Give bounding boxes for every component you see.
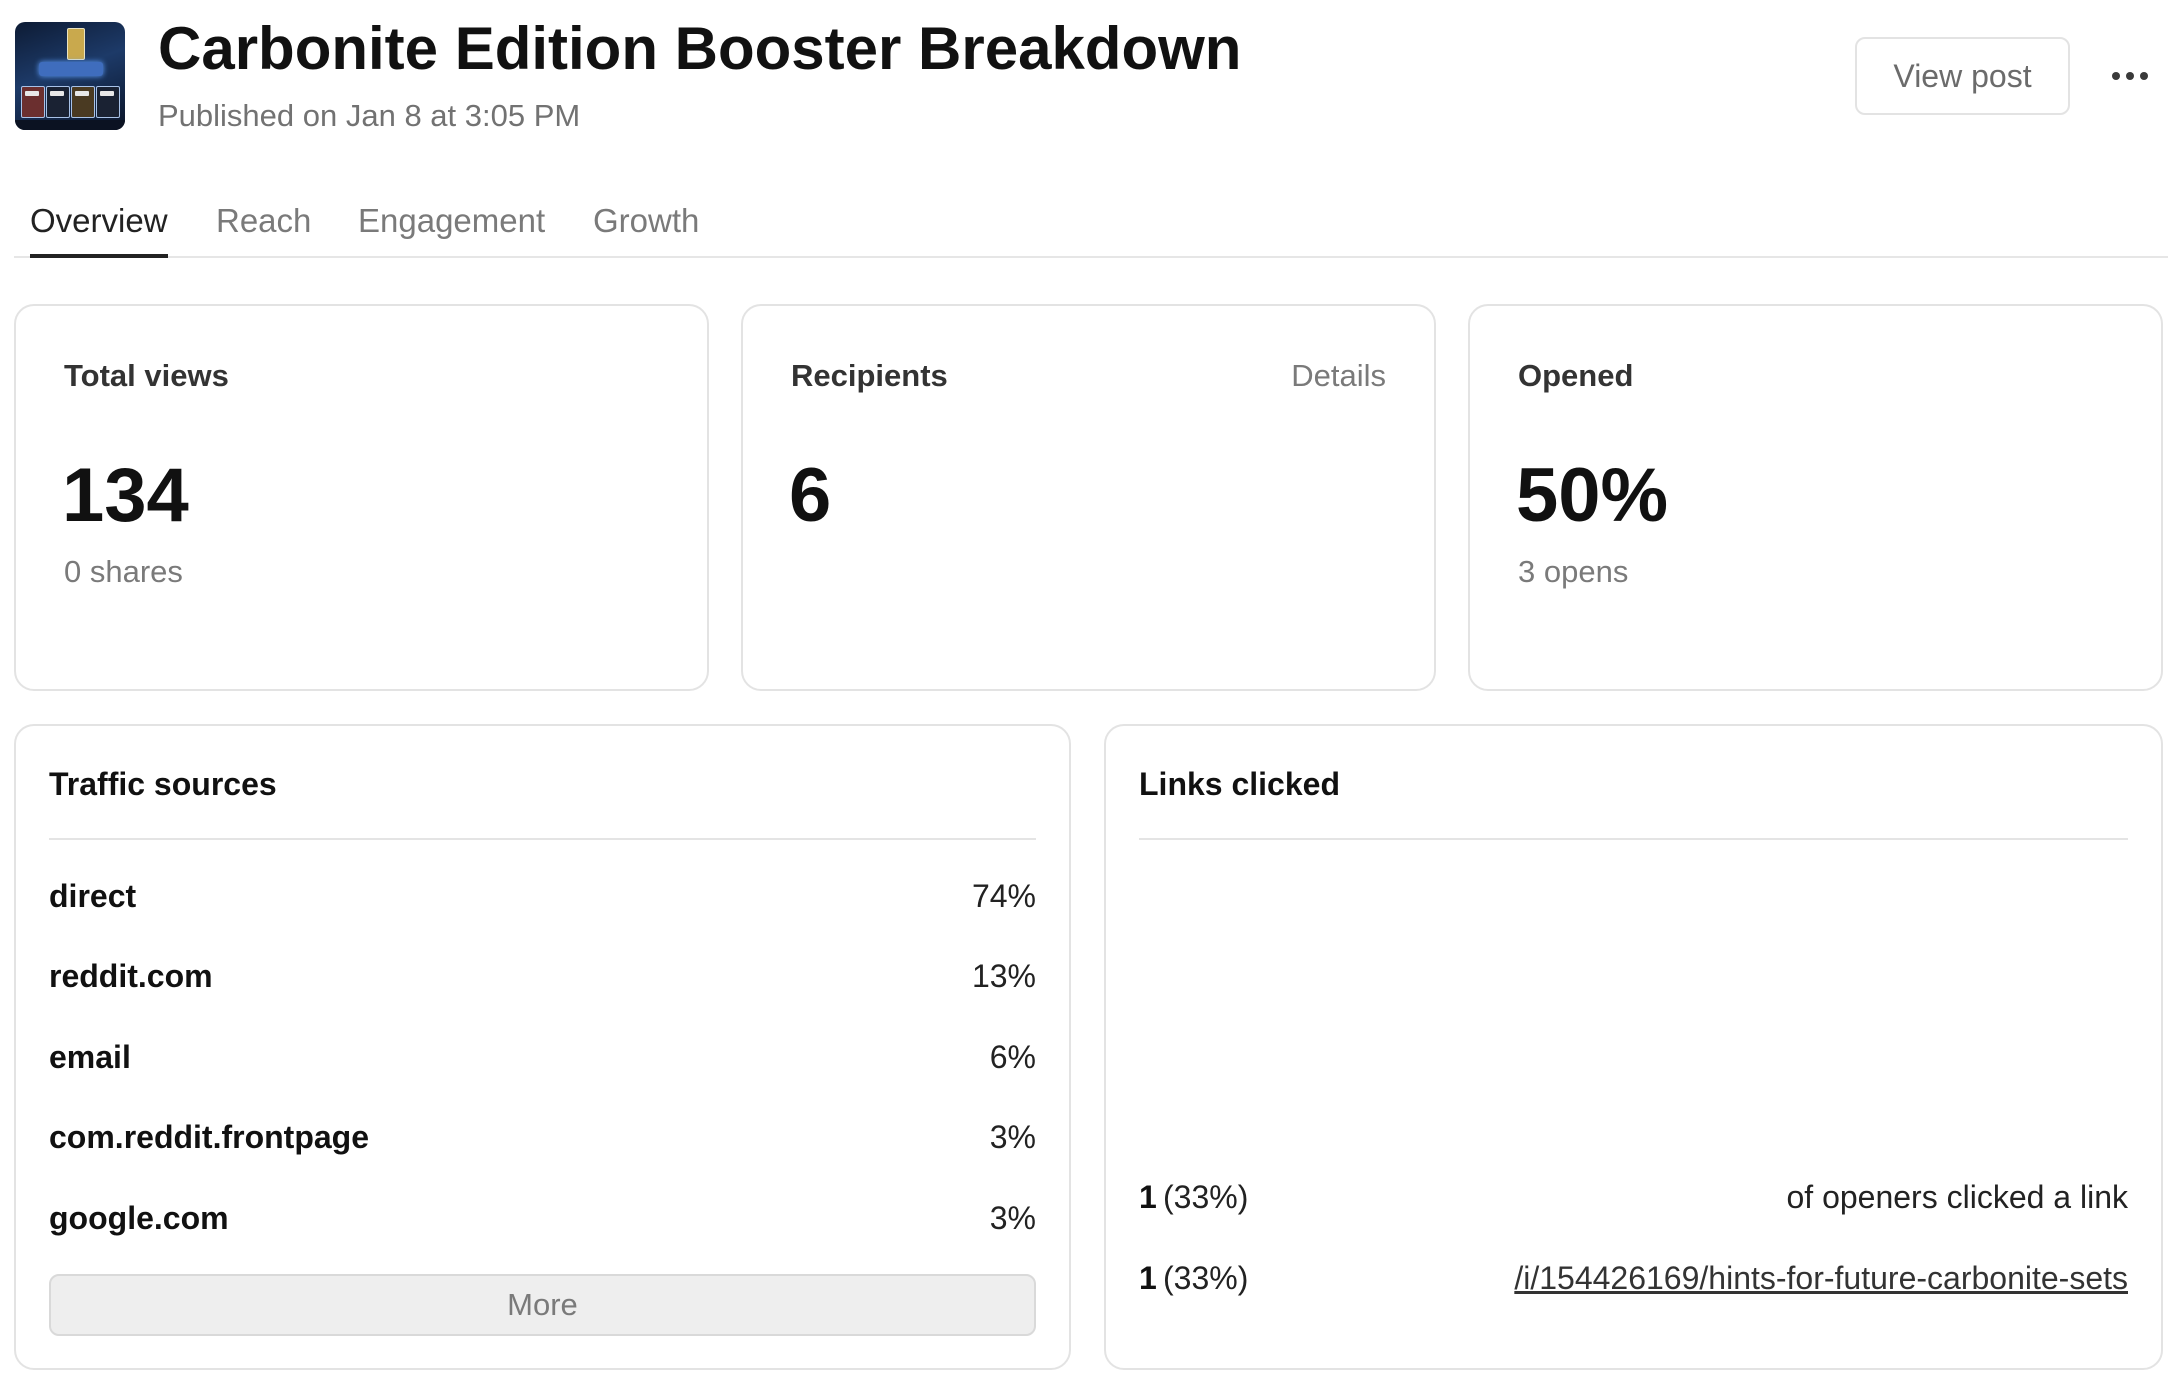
divider	[49, 838, 1036, 840]
more-button[interactable]: More	[49, 1274, 1036, 1336]
source-name: email	[49, 1039, 131, 1075]
thumbnail-strip	[15, 120, 125, 130]
post-thumbnail-image	[15, 22, 125, 130]
opens-count: 3 opens	[1518, 554, 1629, 589]
links-clicked-panel: Links clicked 1 (33%) of openers clicked…	[1104, 724, 2163, 1370]
view-post-button[interactable]: View post	[1855, 37, 2070, 115]
source-name: direct	[49, 878, 137, 914]
panel-title: Traffic sources	[49, 766, 277, 802]
tab-overview[interactable]: Overview	[30, 202, 168, 258]
traffic-source-row: com.reddit.frontpage 3%	[49, 1119, 1036, 1169]
traffic-source-row: google.com 3%	[49, 1200, 1036, 1250]
published-date: Published on Jan 8 at 3:05 PM	[158, 98, 581, 133]
recipients-value: 6	[789, 453, 832, 538]
dot	[2112, 72, 2120, 80]
stat-label: Total views	[64, 358, 229, 393]
click-percent: (33%)	[1163, 1260, 1249, 1296]
thumbnail-hub	[39, 62, 103, 76]
source-percent: 74%	[971, 878, 1036, 914]
source-percent: 13%	[971, 958, 1036, 994]
thumbnail-card	[46, 86, 70, 118]
dot	[2140, 72, 2148, 80]
source-percent: 3%	[989, 1200, 1036, 1236]
click-count: 1	[1139, 1260, 1157, 1296]
thumbnail-card	[21, 86, 45, 118]
dot	[2126, 72, 2134, 80]
tab-engagement[interactable]: Engagement	[358, 202, 545, 254]
tab-reach[interactable]: Reach	[216, 202, 311, 254]
panel-title: Links clicked	[1139, 766, 1340, 802]
traffic-source-row: email 6%	[49, 1039, 1036, 1089]
click-percent: (33%)	[1163, 1179, 1249, 1215]
source-percent: 6%	[989, 1039, 1036, 1075]
divider	[1139, 838, 2128, 840]
traffic-sources-panel: Traffic sources direct 74% reddit.com 13…	[14, 724, 1071, 1370]
opened-value: 50%	[1516, 453, 1669, 538]
source-name: reddit.com	[49, 958, 213, 994]
thumbnail-card	[96, 86, 120, 118]
traffic-source-row: reddit.com 13%	[49, 958, 1036, 1008]
click-count: 1	[1139, 1179, 1157, 1215]
links-summary-row: 1 (33%) of openers clicked a link	[1139, 1179, 2128, 1229]
source-percent: 3%	[989, 1119, 1036, 1155]
stat-label: Opened	[1518, 358, 1634, 393]
total-views-card: Total views 134 0 shares	[14, 304, 709, 691]
click-description: of openers clicked a link	[1786, 1179, 2128, 1215]
source-name: com.reddit.frontpage	[49, 1119, 370, 1155]
details-link[interactable]: Details	[1291, 358, 1386, 394]
thumbnail-card	[71, 86, 95, 118]
thumbnail-hero-card	[67, 28, 85, 60]
clicked-link-row: 1 (33%) /i/154426169/hints-for-future-ca…	[1139, 1260, 2128, 1310]
page-title: Carbonite Edition Booster Breakdown	[158, 15, 1242, 82]
clicked-link-url[interactable]: /i/154426169/hints-for-future-carbonite-…	[1514, 1260, 2128, 1297]
opened-card: Opened 50% 3 opens	[1468, 304, 2163, 691]
traffic-source-row: direct 74%	[49, 878, 1036, 928]
source-name: google.com	[49, 1200, 229, 1236]
total-views-value: 134	[62, 453, 189, 538]
tab-growth[interactable]: Growth	[593, 202, 699, 254]
tab-bar: Overview Reach Engagement Growth	[14, 190, 2168, 258]
stat-label: Recipients	[791, 358, 948, 393]
shares-count: 0 shares	[64, 554, 183, 589]
more-horizontal-icon[interactable]	[2100, 56, 2160, 96]
recipients-card: Recipients Details 6	[741, 304, 1436, 691]
